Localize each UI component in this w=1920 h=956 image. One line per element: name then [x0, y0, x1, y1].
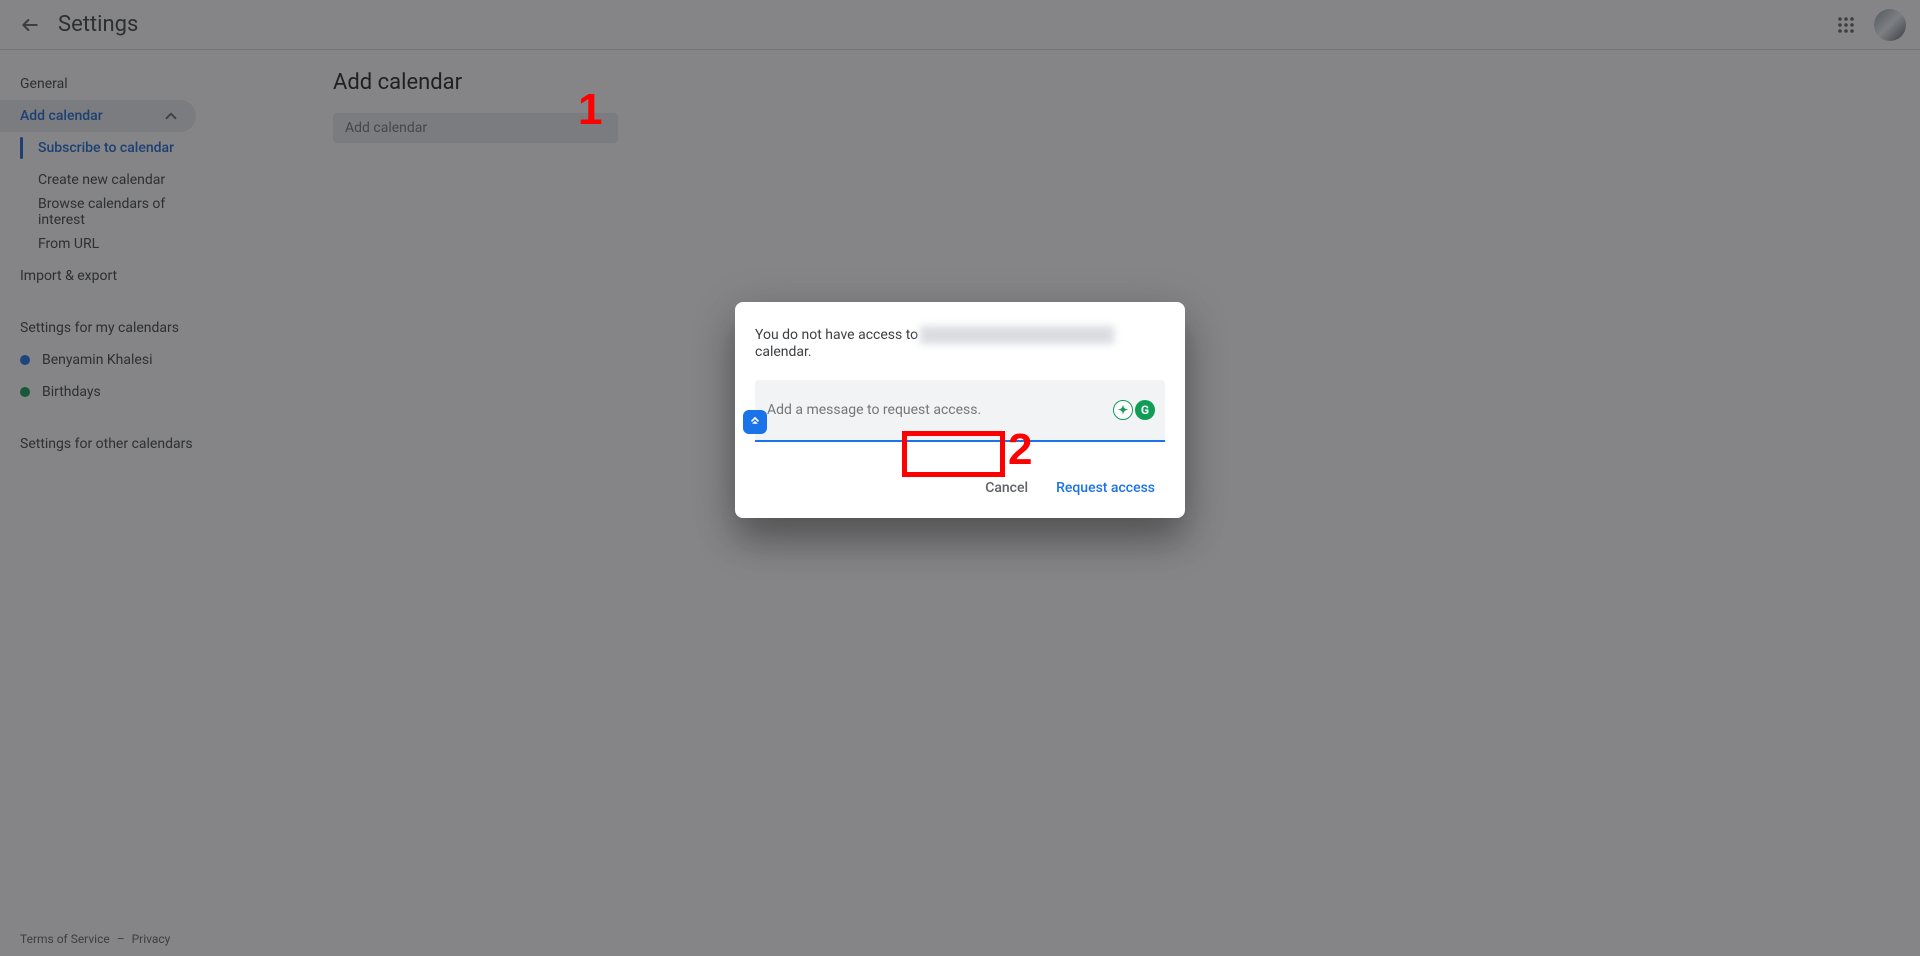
lightbulb-glyph: ✦: [1118, 403, 1128, 417]
diamond-up-icon: [748, 415, 762, 429]
dialog-message-suffix: calendar.: [755, 344, 812, 360]
request-message-input[interactable]: [767, 402, 1153, 418]
modal-scrim: You do not have access to calendar. ✦ G …: [0, 0, 1920, 956]
grammarly-icon[interactable]: G: [1135, 400, 1155, 420]
extension-badge-left[interactable]: [743, 410, 767, 434]
lightbulb-icon[interactable]: ✦: [1113, 400, 1133, 420]
request-access-dialog: You do not have access to calendar. ✦ G …: [735, 302, 1185, 518]
extension-badges-right: ✦ G: [1113, 400, 1155, 420]
annotation-box-2: [902, 431, 1005, 477]
obscured-email: [920, 326, 1114, 344]
dialog-message-prefix: You do not have access to: [755, 327, 918, 343]
grammarly-glyph: G: [1141, 403, 1149, 417]
annotation-number-1: 1: [578, 85, 602, 135]
dialog-message: You do not have access to calendar.: [755, 326, 1165, 360]
request-access-button[interactable]: Request access: [1046, 472, 1165, 504]
annotation-number-2: 2: [1008, 425, 1032, 475]
